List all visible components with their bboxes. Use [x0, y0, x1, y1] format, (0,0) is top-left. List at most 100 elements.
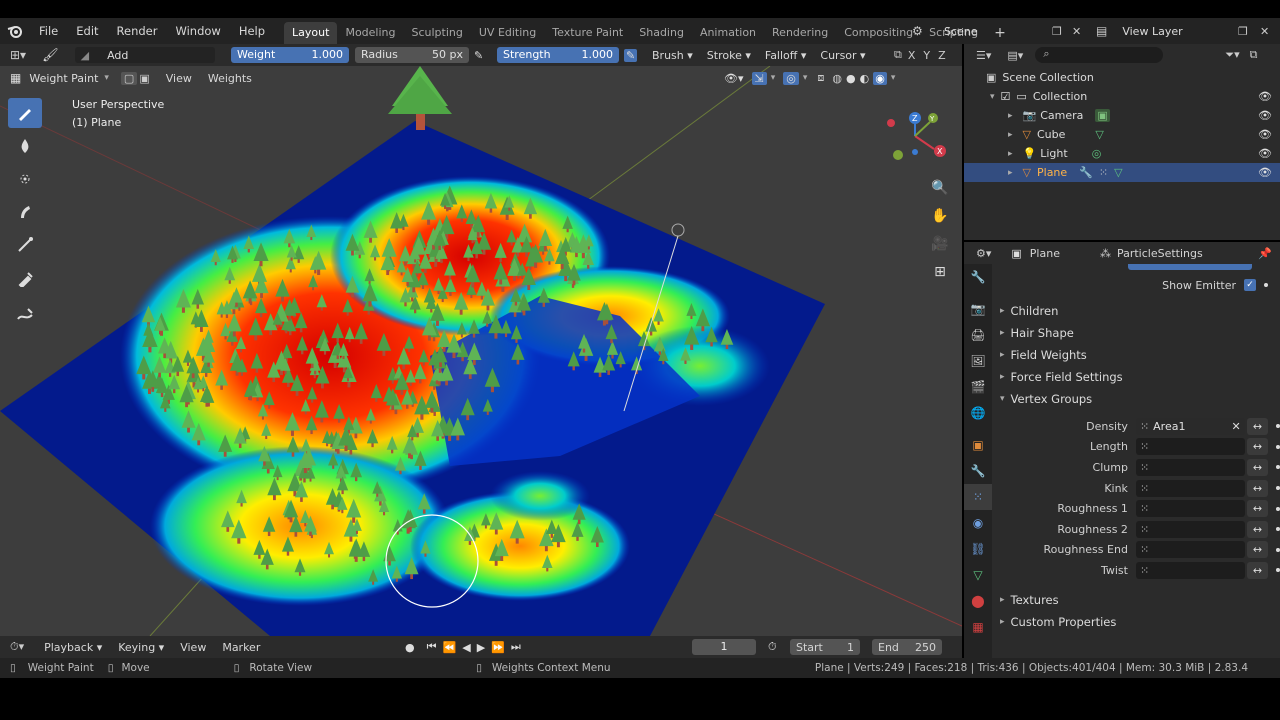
panel-custom-properties[interactable]: ▸ Custom Properties: [994, 611, 1280, 633]
tab-uv-editing[interactable]: UV Editing: [471, 22, 544, 44]
tool-tab-icon[interactable]: 🔧: [964, 264, 992, 290]
panel-textures[interactable]: ▸ Textures: [994, 589, 1280, 611]
view-layer-copy-icon[interactable]: ❐: [1238, 25, 1248, 38]
vertex-group-field[interactable]: ⁙ Area1 ✕: [1135, 417, 1245, 435]
outliner-item-camera[interactable]: ▸ 📷 Camera ▣ 👁: [964, 106, 1280, 125]
tab-animation[interactable]: Animation: [692, 22, 764, 44]
preview-range-icon[interactable]: ⏱: [768, 640, 777, 654]
falloff-dropdown[interactable]: Falloff ▾: [761, 49, 811, 62]
scene-collection-row[interactable]: ▣ Scene Collection: [964, 68, 1280, 87]
editor-type-icon[interactable]: ⏱▾: [10, 640, 24, 654]
draw-tool-icon[interactable]: [8, 98, 42, 128]
weights-menu[interactable]: Weights: [200, 72, 260, 85]
mirror-z-toggle[interactable]: Z: [938, 49, 946, 62]
object-tab-icon[interactable]: ▣: [964, 432, 992, 458]
material-tab-icon[interactable]: ⬤: [964, 588, 992, 614]
animate-dot-icon[interactable]: [1276, 444, 1280, 449]
weight-field[interactable]: Weight 1.000: [231, 47, 349, 63]
invert-toggle-icon[interactable]: ↔: [1246, 479, 1269, 497]
eye-icon[interactable]: 👁: [1258, 166, 1272, 179]
view-layer-tab-icon[interactable]: 🖼: [964, 348, 992, 374]
light-data-icon[interactable]: ◎: [1092, 147, 1102, 160]
tab-shading[interactable]: Shading: [631, 22, 692, 44]
animate-dot-icon[interactable]: [1276, 486, 1280, 491]
animate-dot-icon[interactable]: [1264, 283, 1268, 287]
smear-tool-icon[interactable]: [8, 197, 42, 227]
tab-layout[interactable]: Layout: [284, 22, 338, 44]
panel-vertex-groups[interactable]: ▾ Vertex Groups: [994, 388, 1280, 410]
sample-weight-icon[interactable]: [8, 263, 42, 293]
menu-help[interactable]: Help: [230, 18, 274, 44]
brush-blend-selector[interactable]: ◢ Add: [74, 47, 215, 63]
mirror-y-toggle[interactable]: Y: [923, 49, 930, 62]
eye-icon[interactable]: 👁: [1258, 147, 1272, 160]
expand-icon[interactable]: ▸: [1008, 149, 1013, 159]
outliner-item-light[interactable]: ▸ 💡 Light ◎ 👁: [964, 144, 1280, 163]
mask-toggle-icon[interactable]: ▢: [120, 71, 138, 85]
3d-viewport[interactable]: ▦ Weight Paint ▾ ▢ ▣ View Weights 👁▾ ⇲ ▾…: [0, 66, 962, 636]
object-tab-label[interactable]: Plane: [1030, 247, 1060, 260]
stroke-dropdown[interactable]: Stroke ▾: [703, 49, 755, 62]
next-keyframe-icon[interactable]: ⏩: [491, 641, 505, 654]
visibility-icon[interactable]: 👁▾: [724, 72, 744, 85]
gradient-tool-icon[interactable]: [8, 230, 42, 260]
radius-field[interactable]: Radius 50 px: [355, 47, 469, 63]
outliner-item-cube[interactable]: ▸ ▽ Cube ▽ 👁: [964, 125, 1280, 144]
vertex-group-field[interactable]: ⁙: [1135, 479, 1245, 497]
outliner-search-input[interactable]: ⌕: [1035, 47, 1164, 63]
outliner-item-plane[interactable]: ▸ ▽ Plane 🔧 ⁙ ▽ 👁: [964, 163, 1280, 182]
particles-icon[interactable]: ⁙: [1099, 166, 1108, 179]
mesh-data-icon[interactable]: ▽: [1095, 128, 1103, 141]
world-tab-icon[interactable]: 🌐: [964, 400, 992, 426]
tab-modeling[interactable]: Modeling: [337, 22, 403, 44]
editor-type-icon[interactable]: ⊞▾: [10, 48, 26, 62]
jump-end-icon[interactable]: ⏭: [511, 640, 521, 654]
tab-sculpting[interactable]: Sculpting: [404, 22, 471, 44]
panel-children[interactable]: ▸ Children: [994, 300, 1280, 322]
vertex-group-field[interactable]: ⁙: [1135, 520, 1245, 538]
annotate-tool-icon[interactable]: [8, 299, 42, 329]
chevron-down-icon[interactable]: ▾: [803, 73, 808, 83]
vertex-group-field[interactable]: ⁙: [1135, 500, 1245, 518]
panel-field-weights[interactable]: ▸ Field Weights: [994, 344, 1280, 366]
mesh-data-icon[interactable]: ▽: [1114, 166, 1122, 179]
scene-copy-icon[interactable]: ❐: [1052, 25, 1062, 38]
vertex-group-field[interactable]: ⁙: [1135, 561, 1245, 579]
scene-close-icon[interactable]: ✕: [1072, 25, 1081, 38]
pan-hand-icon[interactable]: ✋: [928, 204, 952, 228]
xray-icon[interactable]: ⧈: [817, 71, 824, 85]
strength-field[interactable]: Strength 1.000: [497, 47, 619, 63]
keying-menu[interactable]: Keying ▾: [110, 641, 172, 654]
animate-dot-icon[interactable]: [1276, 424, 1280, 429]
invert-toggle-icon[interactable]: ↔: [1246, 458, 1269, 476]
show-emitter-checkbox[interactable]: ✓: [1244, 279, 1256, 291]
settings-tab-label[interactable]: ParticleSettings: [1117, 247, 1203, 260]
invert-toggle-icon[interactable]: ↔: [1246, 520, 1269, 538]
vertex-group-field[interactable]: ⁙: [1135, 541, 1245, 559]
editor-type-icon[interactable]: ⚙▾: [976, 247, 991, 260]
end-frame-field[interactable]: End 250: [872, 639, 942, 655]
animate-dot-icon[interactable]: [1276, 465, 1280, 470]
modifier-icon[interactable]: 🔧: [1079, 166, 1093, 179]
tab-rendering[interactable]: Rendering: [764, 22, 836, 44]
zoom-icon[interactable]: 🔍: [928, 176, 952, 200]
vertex-select-icon[interactable]: ▣: [139, 72, 149, 85]
menu-window[interactable]: Window: [166, 18, 229, 44]
brush-dropdown[interactable]: Brush ▾: [648, 49, 697, 62]
particles-tab-icon[interactable]: ⁙: [964, 484, 992, 510]
view-layer-selector[interactable]: ▤ View Layer ❐ ✕: [1096, 21, 1280, 41]
invert-toggle-icon[interactable]: ↔: [1246, 417, 1269, 435]
cursor-dropdown[interactable]: Cursor ▾: [816, 49, 869, 62]
scene-selector[interactable]: ⚙ Scene ❐ ✕: [912, 21, 1082, 41]
texture-tab-icon[interactable]: ▦: [964, 614, 992, 640]
tab-compositing[interactable]: Compositing: [836, 22, 921, 44]
checkbox-icon[interactable]: ☑: [1001, 90, 1011, 103]
expand-icon[interactable]: ▸: [1008, 111, 1013, 121]
brush-icon[interactable]: 🖌: [42, 48, 59, 63]
solid-shading-icon[interactable]: ●: [846, 72, 856, 85]
invert-toggle-icon[interactable]: ↔: [1246, 438, 1269, 456]
prev-keyframe-icon[interactable]: ⏪: [443, 641, 457, 654]
navigation-gizmo[interactable]: Z Y X: [886, 108, 946, 168]
current-frame-field[interactable]: 1: [692, 639, 756, 655]
invert-toggle-icon[interactable]: ↔: [1246, 500, 1269, 518]
